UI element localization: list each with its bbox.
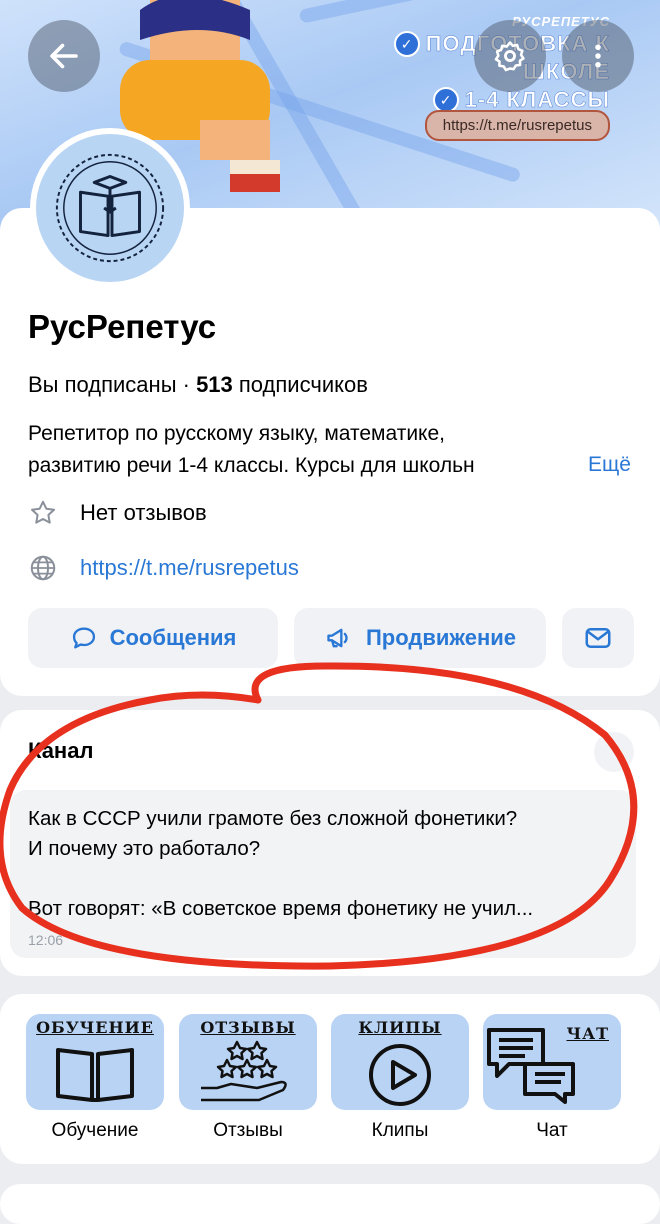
tile-caption: ОТЗЫВЫ <box>200 1018 296 1037</box>
megaphone-icon <box>327 628 348 648</box>
back-button[interactable] <box>28 20 100 92</box>
next-section-card <box>0 1184 660 1224</box>
tile-caption: ОБУЧЕНИЕ <box>36 1018 154 1037</box>
avatar[interactable] <box>30 128 190 288</box>
menu-tiles: ОБУЧЕНИЕ Обучение ОТЗЫВЫ Отзывы КЛИПЫ Кл… <box>0 994 660 1164</box>
more-vertical-icon <box>595 44 601 68</box>
stars-hand-icon <box>201 1040 287 1102</box>
chat-bubbles-icon <box>487 1028 575 1104</box>
avatar-inner <box>36 134 184 282</box>
tile-label: Чат <box>536 1120 568 1141</box>
star-icon <box>31 500 55 524</box>
check-icon: ✓ <box>393 31 420 57</box>
mail-icon <box>585 628 611 648</box>
channel-close-button[interactable] <box>594 732 634 772</box>
tile-image: КЛИПЫ <box>331 1014 469 1110</box>
description-line: развитию речи 1-4 классы. Курсы для школ… <box>28 454 475 477</box>
post-line: Вот говорят: «В советское время фонетику… <box>28 897 534 920</box>
messages-label: Сообщения <box>109 625 237 650</box>
post-date: 12:06 <box>28 932 64 948</box>
tile-image: ОБУЧЕНИЕ <box>26 1014 164 1110</box>
tile-label: Клипы <box>371 1120 429 1141</box>
tile-reviews[interactable]: ОТЗЫВЫ Отзывы <box>179 1014 317 1142</box>
promotion-label: Продвижение <box>365 625 516 650</box>
more-options-button[interactable] <box>562 20 634 92</box>
tile-chat[interactable]: ЧАТ Чат <box>483 1014 621 1142</box>
tile-education[interactable]: ОБУЧЕНИЕ Обучение <box>26 1014 164 1142</box>
description-line: Репетитор по русскому языку, математике, <box>28 422 445 445</box>
tile-image: ЧАТ <box>483 1014 621 1110</box>
tile-label: Обучение <box>51 1120 139 1141</box>
tile-clips[interactable]: КЛИПЫ Клипы <box>331 1014 469 1142</box>
page-title: РусРепетус <box>28 308 217 345</box>
reviews-text: Нет отзывов <box>80 500 207 525</box>
promo-link: https://t.me/rusrepetus <box>424 110 610 141</box>
description: Репетитор по русскому языку, математике,… <box>28 418 576 482</box>
website-link[interactable]: https://t.me/rusrepetus <box>80 555 299 581</box>
subscribed-label: Вы подписаны · <box>28 372 197 397</box>
gear-icon <box>494 41 525 72</box>
tile-label: Отзывы <box>213 1120 283 1141</box>
messages-button[interactable]: Сообщения <box>28 608 278 668</box>
post-line: И почему это работало? <box>28 837 261 860</box>
book-logo-icon <box>55 153 165 263</box>
chat-bubble-icon <box>72 627 95 649</box>
mail-button[interactable] <box>562 608 634 668</box>
tile-caption: КЛИПЫ <box>358 1018 442 1037</box>
show-more-link[interactable]: Ещё <box>588 453 631 477</box>
channel-post[interactable]: Как в СССР учили грамоте без сложной фон… <box>10 790 636 958</box>
play-icon <box>369 1044 431 1106</box>
post-line: Как в СССР учили грамоте без сложной фон… <box>28 807 518 830</box>
channel-title: Канал <box>28 738 94 763</box>
book-icon <box>56 1048 134 1102</box>
post-line-spacer <box>28 864 628 894</box>
subscribers-label: подписчиков <box>232 372 368 397</box>
subscribers-count: 513 <box>196 372 233 397</box>
post-text: Как в СССР учили грамоте без сложной фон… <box>28 804 628 924</box>
subscription-info[interactable]: Вы подписаны · 513 подписчиков <box>28 372 368 398</box>
globe-icon <box>30 555 56 581</box>
settings-button[interactable] <box>474 20 546 92</box>
website-row[interactable]: https://t.me/rusrepetus <box>28 553 299 583</box>
back-arrow-icon <box>50 43 78 69</box>
promotion-button[interactable]: Продвижение <box>294 608 546 668</box>
reviews-row[interactable]: Нет отзывов <box>28 498 207 528</box>
tile-image: ОТЗЫВЫ <box>179 1014 317 1110</box>
